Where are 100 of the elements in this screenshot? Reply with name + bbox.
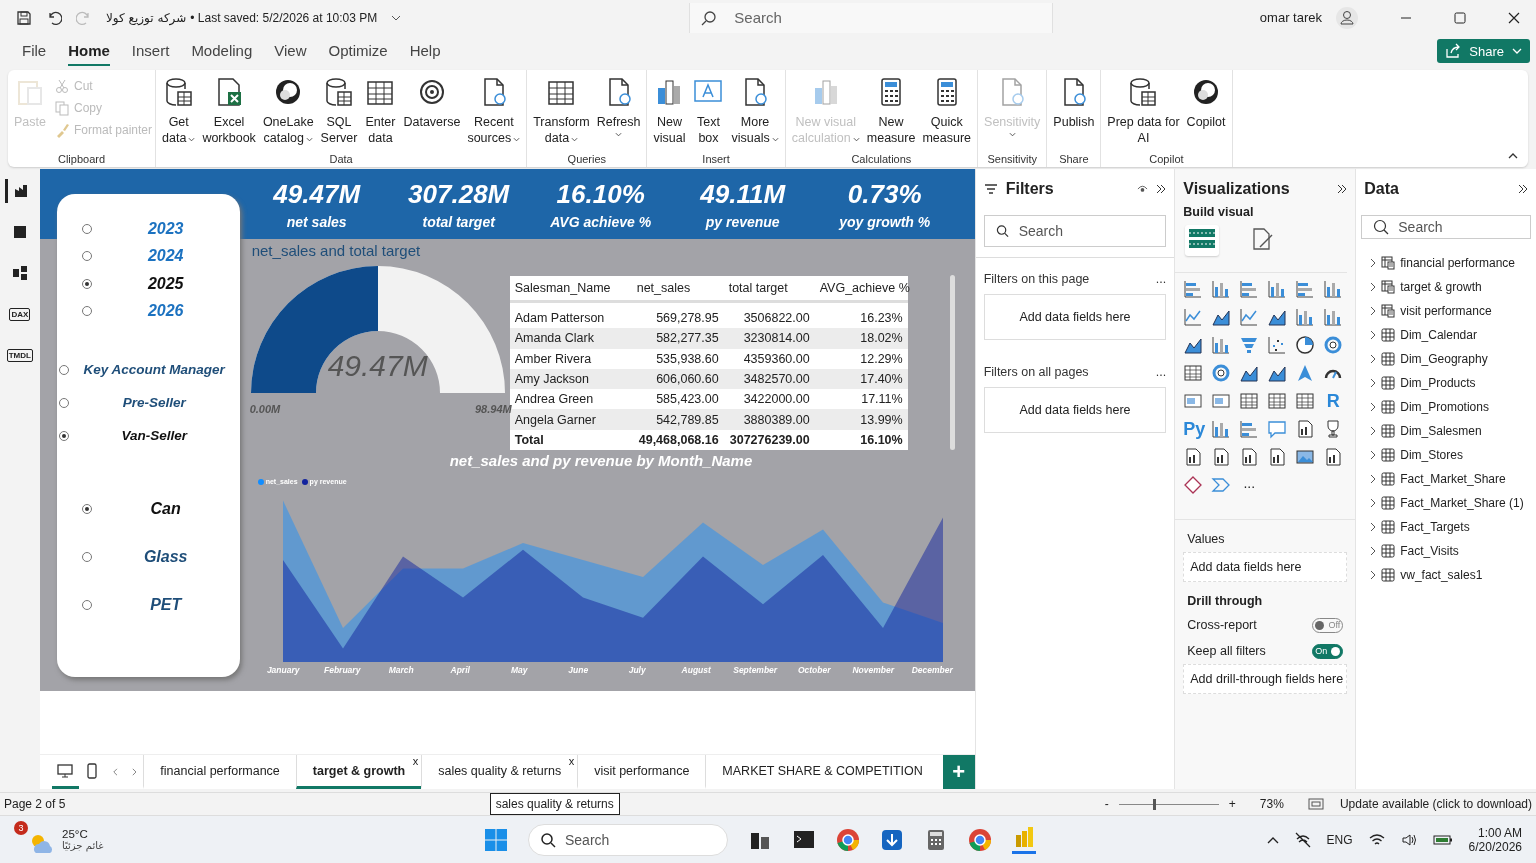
more-options-button[interactable]: ... (1155, 272, 1167, 286)
drop-well[interactable]: Add data fields here (983, 294, 1167, 340)
chevron-visual-icon[interactable] (1211, 475, 1232, 495)
page-tab[interactable]: MARKET SHARE & COMPETITION (705, 755, 939, 789)
drop-well[interactable]: Add data fields here (1183, 552, 1348, 582)
previous-page-icon[interactable] (112, 767, 118, 777)
column-header[interactable]: Salesman_Name (509, 281, 632, 295)
ribbon-button[interactable]: Get data (159, 76, 199, 153)
ribbon-button[interactable]: Transform data (530, 76, 593, 153)
update-link[interactable]: Update available (click to download) (1339, 797, 1532, 811)
ribbon-button[interactable]: Excel workbook (199, 76, 259, 153)
column-header[interactable]: net_sales (631, 281, 724, 295)
eye-icon[interactable] (1137, 185, 1149, 193)
menu-tab[interactable]: File (22, 36, 47, 66)
radio-button[interactable] (58, 364, 69, 375)
drop-well[interactable]: Add drill-through fields here (1183, 664, 1348, 694)
ribbon-button[interactable]: Prep data for AI (1104, 76, 1183, 153)
bubble-visual-icon[interactable] (1267, 419, 1288, 439)
ribbon-button[interactable]: Refresh (593, 76, 644, 153)
battery-icon[interactable] (1432, 833, 1453, 846)
drop-well[interactable]: Add data fields here (983, 387, 1167, 433)
column-visual-icon[interactable] (1323, 279, 1344, 299)
zoom-in-button[interactable]: + (1228, 797, 1236, 811)
table-visual-icon[interactable] (1183, 363, 1204, 383)
browser-icon[interactable] (836, 827, 860, 852)
column-header[interactable]: total target (723, 281, 815, 295)
more-options-button[interactable]: ... (1155, 365, 1167, 379)
slicer-option[interactable]: Glass (91, 548, 240, 566)
table-visual-icon[interactable] (1267, 391, 1288, 411)
slider-thumb[interactable] (1152, 798, 1156, 810)
line-visual-icon[interactable] (1239, 307, 1260, 327)
menu-tab[interactable]: View (274, 36, 307, 66)
donut-visual-icon[interactable] (1323, 335, 1344, 355)
radio-button[interactable] (81, 306, 92, 317)
close-tab-button[interactable]: x (412, 755, 419, 767)
data-table-item[interactable]: Dim_Stores (1364, 443, 1528, 467)
search-field[interactable]: Search (983, 215, 1167, 247)
column-visual-icon[interactable] (1211, 419, 1232, 439)
ribbon-button[interactable]: More visuals (728, 76, 782, 153)
page-tab[interactable]: financial performance (143, 755, 296, 789)
document-visual-icon[interactable] (1211, 447, 1232, 467)
radio-button[interactable] (58, 430, 69, 441)
ribbon-button[interactable]: New measure (863, 76, 919, 153)
speaker-icon[interactable] (1400, 832, 1417, 847)
page-tab[interactable]: sales quality & returns x (421, 755, 578, 789)
page-tab[interactable]: target & growth x (295, 755, 422, 789)
slicer-option[interactable]: Key Account Manager (68, 362, 240, 377)
next-page-icon[interactable] (131, 767, 137, 777)
search-field[interactable]: Search (528, 823, 728, 856)
python-visual-icon[interactable]: Py (1183, 419, 1204, 439)
ribbon-button[interactable]: Copilot (1183, 76, 1229, 153)
caret-icon[interactable] (391, 14, 402, 21)
search-field[interactable]: Search (689, 2, 1054, 33)
data-table-item[interactable]: vw_fact_sales1 (1364, 563, 1528, 587)
language-indicator[interactable]: ENG (1326, 832, 1353, 847)
document-visual-icon[interactable] (1295, 419, 1316, 439)
chevron-up-icon[interactable] (1266, 835, 1279, 844)
avatar-icon[interactable] (1336, 6, 1358, 29)
data-table-item[interactable]: visit performance (1364, 299, 1528, 323)
column-header[interactable]: AVG_achieve % (814, 281, 908, 295)
browser-icon[interactable] (968, 827, 992, 852)
expand-icon[interactable] (1156, 184, 1167, 194)
radio-button[interactable] (81, 278, 92, 289)
slicer-option[interactable]: 2025 (91, 274, 240, 293)
slicer-option[interactable]: PET (91, 596, 240, 614)
radio-button[interactable] (81, 251, 92, 262)
close-tab-button[interactable]: x (568, 755, 575, 767)
column-visual-icon[interactable] (1267, 279, 1288, 299)
radio-button[interactable] (81, 223, 92, 234)
slicer-option[interactable]: 2024 (91, 247, 240, 266)
menu-tab[interactable]: Home (68, 36, 110, 66)
search-field[interactable]: Search (1361, 215, 1531, 239)
radio-button[interactable] (58, 397, 69, 408)
document-visual-icon[interactable] (1183, 447, 1204, 467)
toggle-switch[interactable]: On (1312, 643, 1344, 659)
column-visual-icon[interactable] (1211, 279, 1232, 299)
data-table-item[interactable]: Dim_Promotions (1364, 395, 1528, 419)
data-table-item[interactable]: Fact_Targets (1364, 515, 1528, 539)
menu-tab[interactable]: Modeling (191, 36, 253, 66)
radio-button[interactable] (81, 552, 92, 562)
column-visual-icon[interactable] (1323, 307, 1344, 327)
donut-visual-icon[interactable] (1211, 363, 1232, 383)
undo-icon[interactable] (46, 9, 62, 26)
funnel-visual-icon[interactable] (1239, 335, 1260, 355)
card-visual-icon[interactable] (1183, 391, 1204, 411)
bar-visual-icon[interactable] (1183, 279, 1204, 299)
start-icon[interactable] (484, 827, 508, 852)
power-bi-icon[interactable] (1012, 825, 1036, 854)
close-icon[interactable] (1508, 11, 1520, 24)
slicer-option[interactable]: Van-Seller (68, 428, 240, 443)
data-table-item[interactable]: Dim_Calendar (1364, 323, 1528, 347)
slicer-option[interactable]: Pre-Seller (68, 395, 240, 410)
download-icon[interactable] (880, 827, 904, 852)
card-visual-icon[interactable] (1211, 391, 1232, 411)
add-page-button[interactable]: + (942, 755, 975, 789)
slicer-option[interactable]: Can (91, 500, 240, 518)
line-visual-icon[interactable] (1183, 307, 1204, 327)
r-visual-icon[interactable]: R (1323, 391, 1344, 411)
maximize-icon[interactable] (1454, 11, 1466, 24)
bar-visual-icon[interactable] (1239, 419, 1260, 439)
